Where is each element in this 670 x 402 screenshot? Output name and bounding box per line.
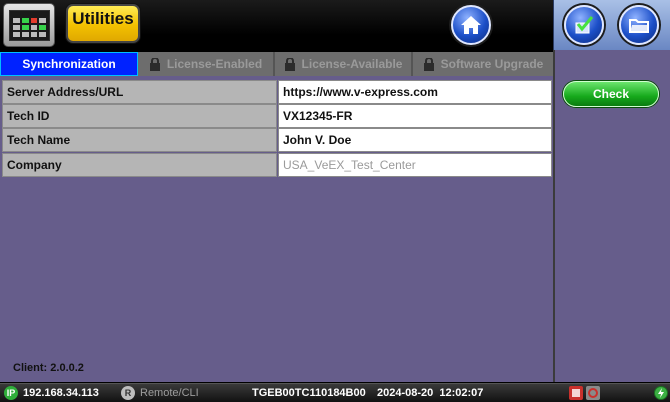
tech-id-row: Tech ID VX12345-FR (2, 104, 552, 128)
serial-number: TGEB00TC110184B00 (252, 387, 366, 399)
date-time: 2024-08-20 12:02:07 (377, 387, 484, 399)
home-button[interactable] (451, 5, 491, 45)
tab-bar: Synchronization License-Enabled License-… (0, 52, 553, 76)
tech-name-row: Tech Name John V. Doe (2, 128, 552, 152)
tab-label: Software Upgrade (440, 57, 544, 71)
lock-icon (149, 57, 160, 71)
instrument-icon[interactable] (3, 3, 55, 47)
tech-id-label: Tech ID (2, 104, 277, 128)
company-label: Company (2, 153, 277, 177)
ip-address: 192.168.34.113 (23, 387, 99, 399)
tab-label: Synchronization (22, 57, 116, 71)
server-address-label: Server Address/URL (2, 80, 277, 104)
tab-label: License-Available (301, 57, 403, 71)
tab-software-upgrade[interactable]: Software Upgrade (413, 52, 553, 76)
save-button[interactable] (564, 5, 604, 45)
power-status-icon (654, 386, 668, 400)
company-row: Company USA_VeEX_Test_Center (2, 153, 552, 177)
tab-license-enabled[interactable]: License-Enabled (138, 52, 275, 76)
tech-id-input[interactable]: VX12345-FR (278, 104, 552, 128)
tab-label: License-Enabled (166, 57, 263, 71)
tab-license-available[interactable]: License-Available (275, 52, 413, 76)
app-title: Utilities (72, 9, 134, 28)
lock-icon (423, 57, 434, 71)
home-icon (461, 16, 481, 34)
ip-badge-icon: IP (4, 386, 18, 400)
tech-name-label: Tech Name (2, 128, 277, 152)
remote-status[interactable]: Remote/CLI (140, 387, 199, 399)
top-right-panel (553, 0, 670, 50)
tech-name-input[interactable]: John V. Doe (278, 128, 552, 152)
open-folder-button[interactable] (619, 5, 659, 45)
alarm-icon[interactable] (569, 386, 583, 400)
client-version: Client: 2.0.0.2 (13, 362, 84, 374)
tab-synchronization[interactable]: Synchronization (0, 52, 138, 76)
server-address-row: Server Address/URL https://www.v-express… (2, 80, 552, 104)
save-icon (575, 16, 594, 34)
company-input[interactable]: USA_VeEX_Test_Center (278, 153, 552, 177)
check-button[interactable]: Check (563, 81, 659, 107)
remote-badge-icon: R (121, 386, 135, 400)
notification-icon[interactable] (586, 386, 600, 400)
status-bar: IP 192.168.34.113 R Remote/CLI TGEB00TC1… (0, 383, 670, 402)
folder-icon (629, 19, 649, 33)
utilities-title-button[interactable]: Utilities (66, 4, 140, 43)
server-address-input[interactable]: https://www.v-express.com (278, 80, 552, 104)
lock-icon (284, 57, 295, 71)
